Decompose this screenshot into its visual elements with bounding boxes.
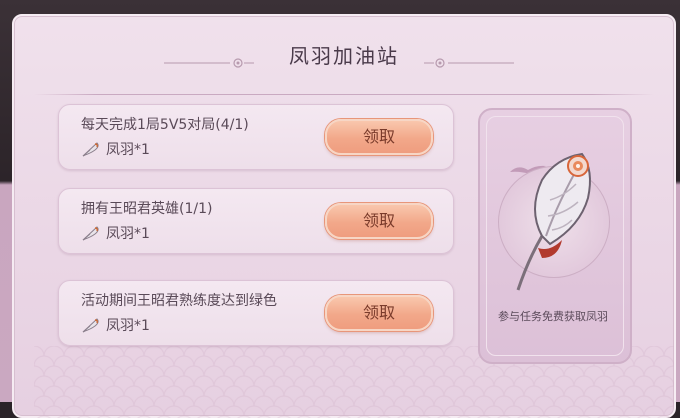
side-caption: 参与任务免费获取凤羽 [498,310,608,323]
feather-icon [82,226,99,241]
reward-label: 凤羽*1 [106,318,150,334]
header-divider [34,94,654,95]
reward-showcase-card: 参与任务免费获取凤羽 [478,108,632,364]
feather-icon [82,142,99,157]
claim-button[interactable]: 领取 [325,203,433,239]
task-reward: 凤羽*1 [81,139,150,159]
task-reward: 凤羽*1 [81,223,150,243]
task-item: 活动期间王昭君熟练度达到绿色 凤羽*1 领取 [58,280,454,346]
task-title: 活动期间王昭君熟练度达到绿色 [81,293,277,309]
reward-label: 凤羽*1 [106,142,150,158]
event-panel: 凤羽加油站 每天完成1局5V5对局(4/1) 凤羽*1 领取 拥有王昭君英雄(1… [12,14,676,418]
task-reward: 凤羽*1 [81,315,150,335]
panel-title: 凤羽加油站 [289,44,399,68]
task-title: 拥有王昭君英雄(1/1) [81,201,213,217]
task-item: 每天完成1局5V5对局(4/1) 凤羽*1 领取 [58,104,454,170]
task-title: 每天完成1局5V5对局(4/1) [81,117,249,133]
reward-label: 凤羽*1 [106,226,150,242]
feather-icon [516,152,591,291]
cloud-ornament-icon [424,58,514,68]
panel-header: 凤羽加油站 [14,30,674,80]
feather-icon [82,318,99,333]
claim-button[interactable]: 领取 [325,295,433,331]
claim-button[interactable]: 领取 [325,119,433,155]
task-item: 拥有王昭君英雄(1/1) 凤羽*1 领取 [58,188,454,254]
